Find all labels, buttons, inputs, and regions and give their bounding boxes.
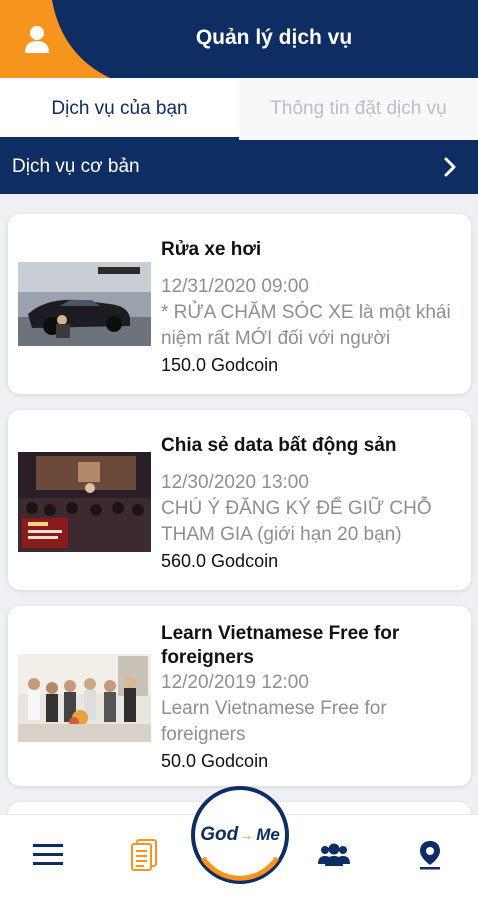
logo-me: Me [256,825,280,844]
service-description: CHÚ Ý ĐĂNG KÝ ĐỂ GIỮ CHỖ THAM GIA (giới … [161,498,432,545]
tab-bar: Dịch vụ của bạn Thông tin đặt dịch vụ [0,78,478,140]
service-price: 560.0 Godcoin [161,551,279,571]
service-date: 12/30/2020 13:00 [161,472,309,493]
section-basic-services[interactable]: Dịch vụ cơ bản [0,140,478,194]
menu-icon[interactable] [28,835,68,875]
service-date: 12/31/2020 09:00 [161,276,309,297]
service-card[interactable]: Learn Vietnamese Free for foreigners 12/… [8,606,471,786]
avatar-button[interactable] [0,0,110,78]
service-title: Learn Vietnamese Free for foreigners [161,623,400,668]
service-thumbnail [18,262,151,346]
chevron-right-icon [438,155,462,179]
service-description: * RỬA CHĂM SÓC XE là một khái niệm rất M… [161,302,451,349]
arrow-icon: → [239,827,254,843]
godme-logo-button[interactable]: God → Me [191,786,289,884]
service-title: Rửa xe hơi [161,239,262,260]
service-card[interactable]: Chia sẻ data bất động sản 12/30/2020 13:… [8,410,471,590]
service-info: Learn Vietnamese Free for foreigners 12/… [161,622,461,774]
service-description: Learn Vietnamese Free for foreigners [161,698,387,745]
page-title: Quản lý dịch vụ [195,26,353,49]
service-list: Rửa xe hơi 12/31/2020 09:00 * RỬA CHĂM S… [0,194,478,814]
service-info: Chia sẻ data bất động sản 12/30/2020 13:… [161,434,461,574]
service-thumbnail [18,452,151,552]
logo-text: God → Me [200,824,280,846]
service-info: Rửa xe hơi 12/31/2020 09:00 * RỬA CHĂM S… [161,238,461,378]
users-icon[interactable] [314,835,354,875]
location-pin-icon[interactable] [410,835,450,875]
service-title: Chia sẻ data bất động sản [161,435,397,456]
app-header: Quản lý dịch vụ [0,0,478,78]
service-card[interactable]: Rửa xe hơi 12/31/2020 09:00 * RỬA CHĂM S… [8,214,471,394]
service-price: 50.0 Godcoin [161,751,269,771]
service-thumbnail [18,654,151,742]
document-icon[interactable] [124,835,164,875]
service-date: 12/20/2019 12:00 [161,672,309,693]
tab-your-services[interactable]: Dịch vụ của bạn [0,78,239,140]
avatar-corner-shape [0,0,110,78]
tab-booking-info[interactable]: Thông tin đặt dịch vụ [239,78,478,140]
section-title: Dịch vụ cơ bản [12,156,140,177]
logo-god: God [200,824,239,845]
service-price: 150.0 Godcoin [161,355,279,375]
